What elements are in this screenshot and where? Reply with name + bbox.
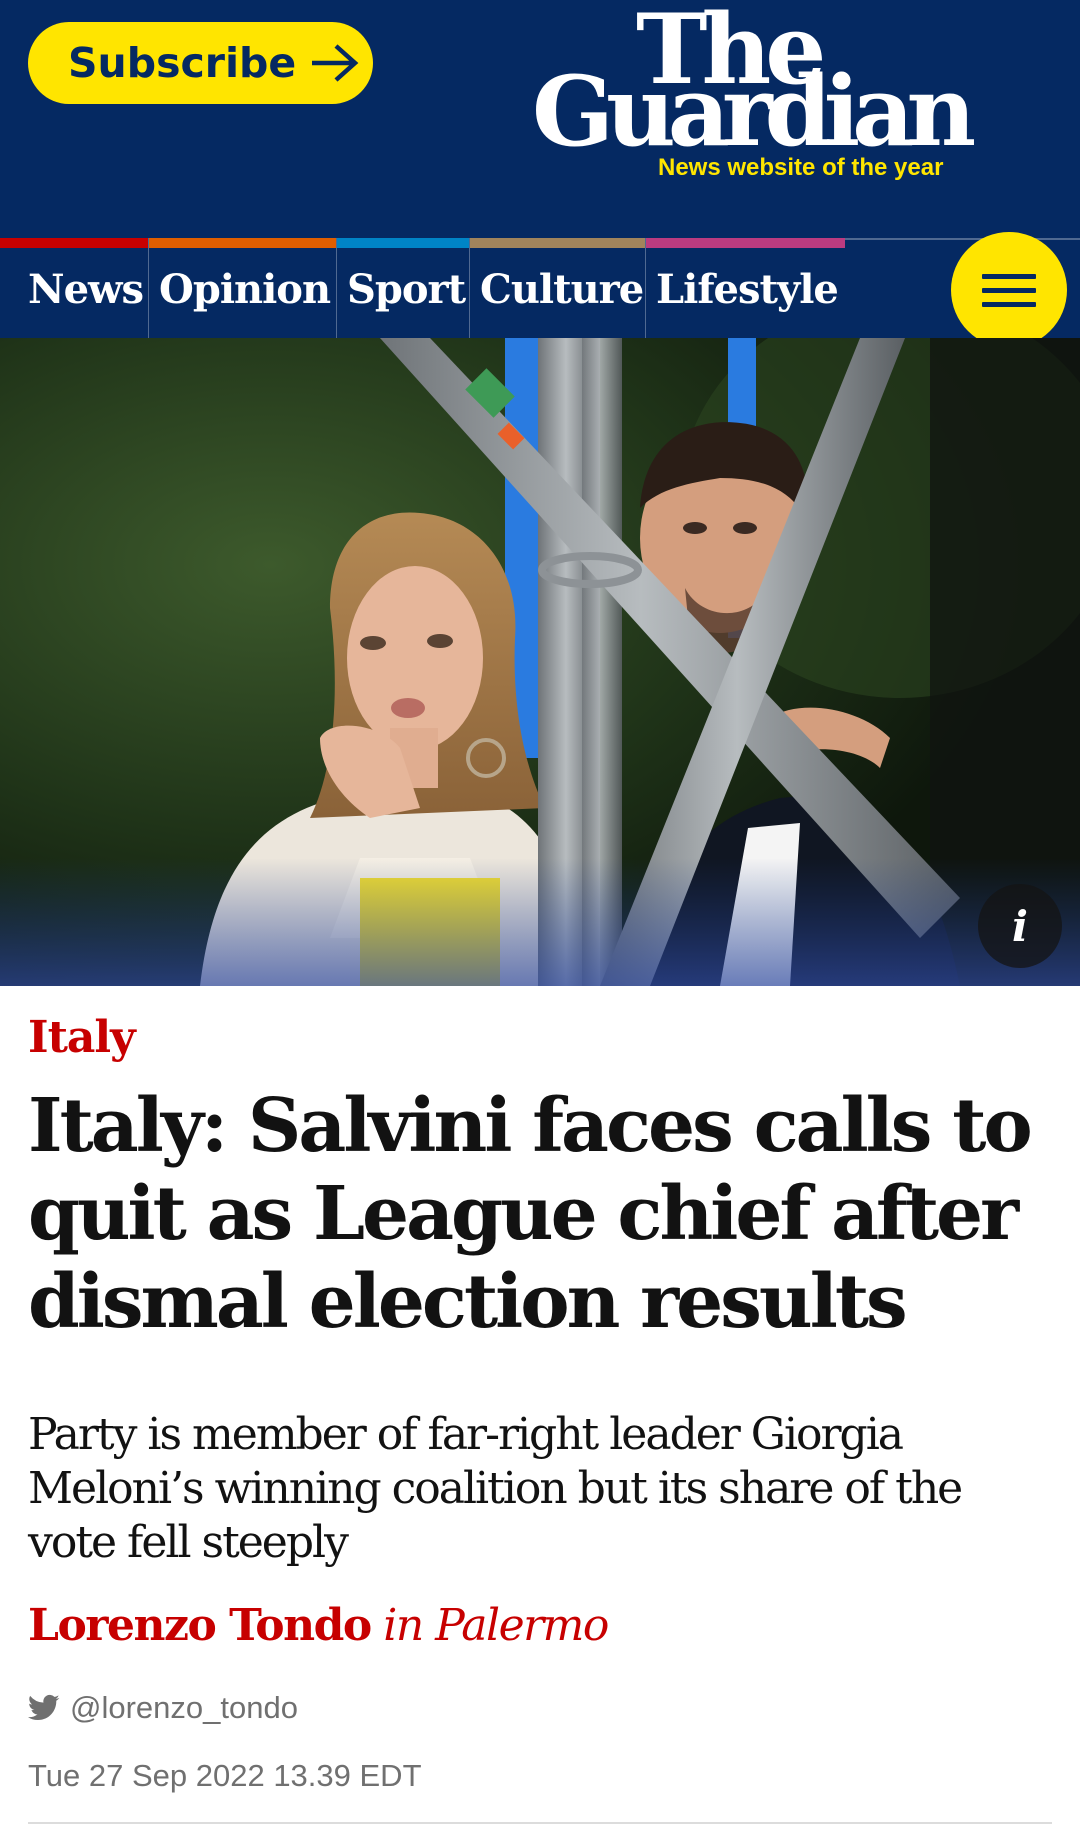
byline: Lorenzo Tondo in Palermo [28, 1600, 609, 1651]
nav-item-label: Opinion [159, 265, 331, 313]
nav-item-label: News [28, 265, 144, 313]
nav-item-sport[interactable]: Sport [337, 238, 470, 338]
arrow-right-icon [312, 44, 359, 82]
lead-photo[interactable] [0, 338, 1080, 986]
logo-tagline: News website of the year [658, 154, 944, 181]
article-headline: Italy: Salvini faces calls to quit as Le… [28, 1083, 1033, 1345]
hamburger-icon [982, 273, 1036, 279]
nav-item-news[interactable]: News [0, 238, 149, 338]
nav-item-opinion[interactable]: Opinion [149, 238, 337, 338]
primary-nav: News Opinion Sport Culture Lifestyle [0, 238, 1080, 338]
nav-color-bar [470, 238, 645, 248]
logo-guardian: Guardian [532, 55, 976, 168]
subscribe-button[interactable]: Subscribe [28, 22, 373, 104]
nav-color-bar [0, 238, 148, 248]
twitter-icon [28, 1694, 60, 1720]
nav-color-bar [149, 238, 336, 248]
author-link[interactable]: Lorenzo Tondo [28, 1600, 372, 1651]
info-icon: i [1012, 901, 1028, 951]
section-kicker[interactable]: Italy [28, 1012, 136, 1063]
nav-item-lifestyle[interactable]: Lifestyle [646, 238, 845, 338]
image-info-button[interactable]: i [978, 884, 1062, 968]
article-standfirst: Party is member of far-right leader Gior… [28, 1409, 963, 1568]
author-twitter[interactable]: @lorenzo_tondo [28, 1688, 298, 1728]
nav-item-label: Culture [480, 265, 644, 313]
nav-item-label: Lifestyle [656, 265, 839, 313]
byline-location: in Palermo [383, 1600, 609, 1651]
nav-color-bar [337, 238, 469, 248]
photo-illustration [0, 338, 1080, 986]
menu-button[interactable] [951, 232, 1067, 348]
nav-item-label: Sport [347, 265, 466, 313]
subscribe-label: Subscribe [68, 39, 297, 87]
nav-item-culture[interactable]: Culture [470, 238, 646, 338]
nav-color-bar [646, 238, 845, 248]
twitter-handle: @lorenzo_tondo [70, 1690, 298, 1725]
guardian-logo[interactable]: The Guardian News website of the year [532, 2, 1020, 182]
divider [28, 1822, 1052, 1824]
publish-date: Tue 27 Sep 2022 13.39 EDT [28, 1758, 422, 1793]
